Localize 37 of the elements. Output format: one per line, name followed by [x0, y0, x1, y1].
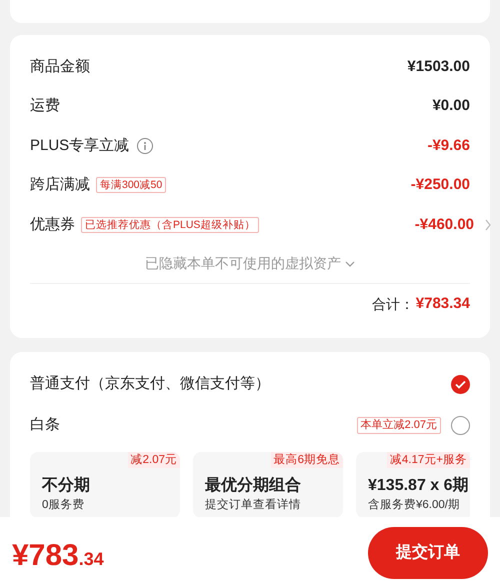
amount-value: -¥9.66	[427, 136, 470, 156]
chevron-right-icon[interactable]	[484, 218, 492, 231]
promo-tag: 已选推荐优惠（含PLUS超级补贴）	[81, 216, 260, 233]
payment-method-label: 白条	[30, 414, 60, 435]
row-label: 优惠券	[30, 214, 75, 234]
plan-title: ¥135.87 x 6期	[368, 476, 470, 496]
discount-tag: 减4.17元+服务	[386, 452, 470, 468]
amount-value: -¥250.00	[410, 175, 470, 195]
plan-subtitle: 0服务费	[42, 498, 86, 512]
row-label: 跨店满减	[30, 175, 90, 195]
submit-order-button[interactable]: 提交订单	[368, 527, 488, 579]
plan-title: 最优分期组合	[205, 476, 302, 496]
total-price: ¥783.34	[12, 538, 104, 574]
plan-subtitle: 含服务费¥6.00/期	[368, 498, 461, 512]
chevron-down-icon	[345, 260, 355, 266]
discount-tag: 减2.07元	[128, 452, 180, 468]
info-icon[interactable]	[137, 138, 154, 154]
installment-option[interactable]: 减4.17元+服务 ¥135.87 x 6期 含服务费¥6.00/期	[356, 452, 470, 518]
installment-option[interactable]: 最高6期免息 最优分期组合 提交订单查看详情	[193, 452, 343, 518]
radio-button[interactable]	[451, 416, 470, 434]
plan-title: 不分期	[42, 476, 91, 496]
amount-value: ¥1503.00	[407, 56, 470, 76]
promo-tag: 每满300减50	[96, 177, 166, 194]
amount-value: -¥460.00	[414, 214, 474, 234]
total-label: 合计：	[372, 295, 414, 314]
radio-button[interactable]	[451, 374, 470, 394]
plan-subtitle: 提交订单查看详情	[205, 497, 302, 512]
discount-badge: 本单立减2.07元	[356, 416, 441, 434]
row-label: 商品金额	[30, 56, 90, 76]
payment-method-label: 普通支付（京东支付、微信支付等）	[30, 374, 270, 394]
total-amount: ¥783.34	[416, 294, 470, 314]
amount-value: ¥0.00	[432, 96, 470, 116]
check-icon	[455, 380, 466, 388]
row-label: PLUS专享立减	[30, 136, 130, 156]
row-label: 运费	[30, 96, 60, 116]
discount-tag: 最高6期免息	[270, 452, 343, 468]
installment-option[interactable]: 减2.07元 不分期 0服务费	[30, 452, 180, 518]
